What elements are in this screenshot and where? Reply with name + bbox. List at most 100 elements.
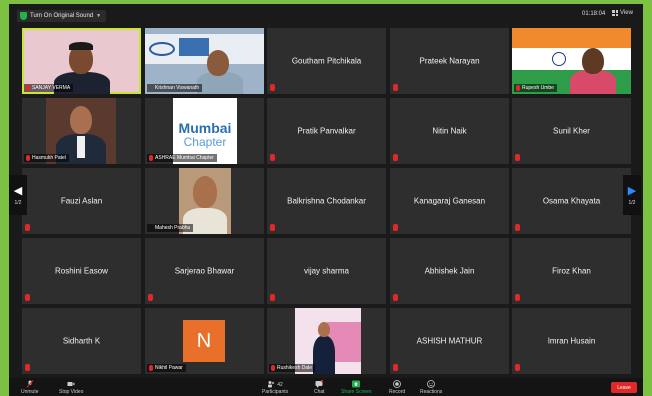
participant-tile[interactable]: Rushikesh Dale (267, 308, 386, 374)
participant-tile[interactable]: Imran Husain (512, 308, 631, 374)
mic-muted-icon (393, 154, 398, 161)
mic-muted-icon (270, 294, 275, 301)
participant-name-label: Rushikesh Dale (269, 364, 316, 372)
reactions-icon (427, 380, 436, 388)
participant-tile[interactable]: Firoz Khan (512, 238, 631, 304)
participant-tile[interactable]: SANJAY VERMA (22, 28, 141, 94)
grid-view-icon (612, 10, 618, 16)
chat-icon (315, 380, 324, 388)
participant-name-label: Nikhil Pawar (147, 364, 186, 372)
participants-button[interactable]: 42 Participants (262, 380, 288, 395)
participant-tile[interactable]: ASHISH MATHUR (390, 308, 509, 374)
meeting-timer: 01:18:04 (582, 11, 606, 17)
participant-name: Imran Husain (547, 336, 596, 346)
participant-name: Balkrishna Chodankar (287, 196, 366, 206)
participant-name: Goutham Pitchikala (291, 56, 362, 66)
participant-name: Roshini Easow (55, 266, 108, 276)
meeting-toolbar: Unmute Stop Video 42 Participants Chat S… (9, 378, 643, 396)
mic-muted-icon (515, 224, 520, 231)
participant-name: Sarjerao Bhawar (174, 266, 235, 276)
participant-tile[interactable]: Kanagaraj Ganesan (390, 168, 509, 234)
record-icon (393, 380, 401, 388)
mic-muted-icon (149, 365, 153, 371)
participant-name-label: Mahesh Prabhu (147, 224, 194, 232)
mic-muted-icon (515, 154, 520, 161)
participant-tile[interactable]: Mumbai Chapter ASHRAE Mumbai Chapter (145, 98, 264, 164)
participant-name: Kanagaraj Ganesan (413, 196, 486, 206)
chevron-down-icon: ▼ (96, 13, 102, 19)
participant-tile[interactable]: Goutham Pitchikala (267, 28, 386, 94)
view-button[interactable]: View (612, 10, 633, 16)
mic-muted-icon (26, 85, 30, 91)
mic-muted-icon (515, 364, 520, 371)
participant-name-label: SANJAY VERMA (24, 84, 74, 92)
stop-video-button[interactable]: Stop Video (59, 380, 83, 395)
participant-name-label: ASHRAE Mumbai Chapter (147, 154, 217, 162)
participant-avatar: N (183, 320, 225, 362)
participant-tile[interactable]: Sidharth K (22, 308, 141, 374)
mic-muted-icon (25, 294, 30, 301)
participant-name: Abhishek Jain (424, 266, 475, 276)
leave-button[interactable]: Leave (611, 382, 637, 393)
mic-muted-icon (270, 154, 275, 161)
participant-tile[interactable]: Osama Khayata (512, 168, 631, 234)
reactions-button[interactable]: Reactions (420, 380, 442, 395)
participant-tile[interactable]: Hasmukh Patel (22, 98, 141, 164)
participant-name: ASHISH MATHUR (416, 336, 483, 346)
participant-tile[interactable]: Nitin Naik (390, 98, 509, 164)
chapter-logo-line2: Chapter (183, 135, 227, 149)
original-sound-button[interactable]: Turn On Original Sound ▼ (17, 10, 107, 22)
share-screen-icon (352, 380, 361, 388)
participant-tile[interactable]: Abhishek Jain (390, 238, 509, 304)
record-button[interactable]: Record (389, 380, 405, 395)
next-page-button[interactable]: ▶ 1/2 (623, 175, 641, 215)
view-label: View (620, 10, 633, 16)
participant-name: Nitin Naik (432, 126, 467, 136)
mic-muted-icon (271, 365, 275, 371)
participant-tile[interactable]: vijay sharma (267, 238, 386, 304)
participant-name: Sunil Kher (553, 126, 590, 136)
participant-tile[interactable]: Mahesh Prabhu (145, 168, 264, 234)
unmute-button[interactable]: Unmute (21, 380, 39, 395)
page-indicator-left: 1/2 (14, 200, 22, 206)
chat-button[interactable]: Chat (314, 380, 325, 395)
share-screen-button[interactable]: Share Screen (341, 380, 372, 395)
mic-muted-icon (149, 155, 153, 161)
participant-name: vijay sharma (304, 266, 349, 276)
participant-tile[interactable]: N Nikhil Pawar (145, 308, 264, 374)
mic-muted-icon (515, 294, 520, 301)
page-indicator-right: 1/2 (628, 200, 636, 206)
chevron-left-icon: ◀ (13, 185, 23, 197)
participant-tile[interactable]: Roshini Easow (22, 238, 141, 304)
chapter-logo-line1: Mumbai (178, 120, 232, 136)
participant-name: Firoz Khan (552, 266, 591, 276)
participant-tile[interactable]: Sarjerao Bhawar (145, 238, 264, 304)
mic-muted-icon (270, 224, 275, 231)
mic-muted-icon (516, 85, 520, 91)
participant-tile[interactable]: Sunil Kher (512, 98, 631, 164)
participant-tile[interactable]: Fauzi Aslan (22, 168, 141, 234)
participant-name: Pratik Panvalkar (297, 126, 356, 136)
participant-name: Fauzi Aslan (60, 196, 103, 206)
mic-muted-icon (25, 224, 30, 231)
mic-muted-icon (393, 224, 398, 231)
chevron-right-icon: ▶ (627, 185, 637, 197)
participant-tile[interactable]: Krishnan Viswanath (145, 28, 264, 94)
participant-tile[interactable]: Pratik Panvalkar (267, 98, 386, 164)
video-camera-icon (67, 382, 75, 386)
participant-name-label: Krishnan Viswanath (147, 84, 203, 92)
top-bar: Turn On Original Sound ▼ 01:18:04 View (9, 4, 643, 26)
participant-name-label: Rupesh Umbe (514, 84, 557, 92)
mic-muted-icon (25, 364, 30, 371)
participant-tile[interactable]: Rupesh Umbe (512, 28, 631, 94)
mic-muted-icon (393, 294, 398, 301)
participant-tile[interactable]: Prateek Narayan (390, 28, 509, 94)
participants-icon (268, 381, 275, 388)
mic-muted-icon (148, 294, 153, 301)
shield-icon (20, 12, 27, 20)
participant-name-label: Hasmukh Patel (24, 154, 69, 162)
previous-page-button[interactable]: ◀ 1/2 (9, 175, 27, 215)
participant-name: Prateek Narayan (419, 56, 480, 66)
participant-tile[interactable]: Balkrishna Chodankar (267, 168, 386, 234)
mic-muted-icon (270, 84, 275, 91)
